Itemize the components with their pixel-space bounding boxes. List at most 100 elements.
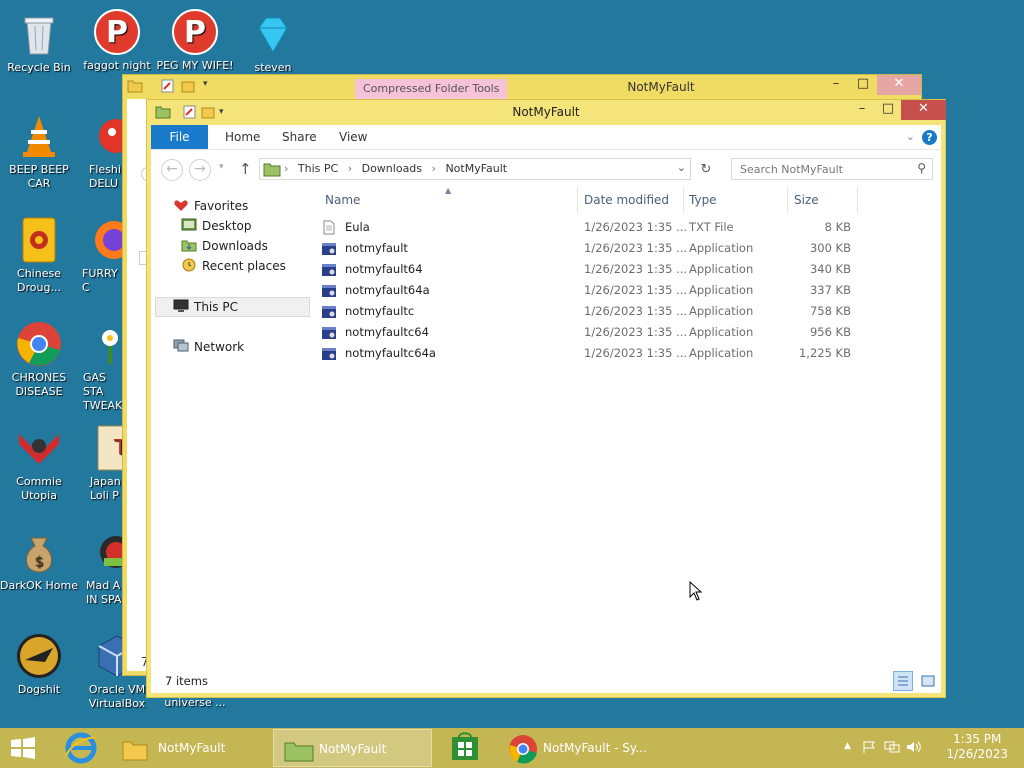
file-date: 1/26/2023 1:35 ... <box>584 241 688 255</box>
table-row[interactable]: notmyfaultc64a 1/26/2023 1:35 ... Applic… <box>315 343 941 364</box>
downloads-icon <box>181 238 197 252</box>
folder-icon <box>122 738 148 761</box>
desktop-icon-steven[interactable]: steven <box>234 10 312 75</box>
desktop-icon-furry[interactable]: FURRY C <box>80 216 122 295</box>
store-icon[interactable] <box>450 732 480 762</box>
table-row[interactable]: Eula 1/26/2023 1:35 ... TXT File 8 KB <box>315 217 941 238</box>
ribbon-tabs: File Home Share View ⌄ ? <box>151 125 941 149</box>
compressed-folder-tools-tab[interactable]: Compressed Folder Tools <box>355 79 508 99</box>
table-row[interactable]: notmyfaultc64 1/26/2023 1:35 ... Applica… <box>315 322 941 343</box>
recent-locations-icon[interactable]: ▾ <box>219 162 224 172</box>
table-row[interactable]: notmyfault 1/26/2023 1:35 ... Applicatio… <box>315 238 941 259</box>
customize-toolbar-icon[interactable]: ▾ <box>203 79 208 89</box>
navigation-pane: Favorites Desktop Downloads Recent place… <box>151 187 315 669</box>
desktop-icon-commie-utopia[interactable]: Commie Utopia <box>0 424 78 503</box>
minimize-icon[interactable]: – <box>849 100 875 120</box>
desktop-icon-chinese[interactable]: Chinese Droug... <box>0 216 78 295</box>
minimize-icon[interactable]: – <box>823 75 849 95</box>
back-button[interactable]: ← <box>161 159 183 181</box>
desktop-icon-app[interactable]: P PEG MY WIFE! <box>156 8 234 73</box>
flag-icon[interactable] <box>862 740 876 754</box>
file-type: Application <box>689 262 754 276</box>
taskbar-item-notmyfault[interactable]: NotMyFault <box>112 729 272 767</box>
desktop-icon-darkok-home[interactable]: $ DarkOK Home <box>0 528 78 593</box>
clock[interactable]: 1:35 PM 1/26/2023 <box>946 732 1008 762</box>
search-icon[interactable]: ⚲ <box>917 161 926 175</box>
refresh-icon[interactable]: ↻ <box>695 159 717 181</box>
file-name: notmyfault <box>345 241 408 255</box>
nav-downloads[interactable]: Downloads <box>181 237 268 255</box>
desktop-icon-recycle-bin[interactable]: Recycle Bin <box>0 10 78 75</box>
column-header-name[interactable]: Name <box>325 187 360 213</box>
forward-button[interactable]: → <box>189 159 211 181</box>
address-dropdown-icon[interactable]: ⌄ <box>677 161 686 174</box>
address-bar[interactable]: › This PC › Downloads › NotMyFault ⌄ <box>259 158 691 180</box>
taskbar-item-chrome[interactable]: NotMyFault - Sy... <box>498 729 658 767</box>
breadcrumb-notmyfault[interactable]: NotMyFault <box>445 162 507 175</box>
close-icon[interactable]: ✕ <box>877 75 921 95</box>
nav-desktop[interactable]: Desktop <box>181 217 252 235</box>
table-row[interactable]: notmyfaultc 1/26/2023 1:35 ... Applicati… <box>315 301 941 322</box>
money-bag-icon: $ <box>15 528 63 576</box>
tab-share[interactable]: Share <box>268 125 331 149</box>
recycle-bin-icon <box>15 10 63 58</box>
breadcrumb-downloads[interactable]: Downloads <box>362 162 422 175</box>
help-icon[interactable]: ? <box>922 130 937 145</box>
flower-icon <box>92 320 122 368</box>
desktop-icon-universe[interactable]: universe ... <box>156 696 234 710</box>
tab-file[interactable]: File <box>151 125 208 149</box>
clock-time: 1:35 PM <box>953 732 1002 746</box>
desktop-icon-label: PEG MY WIFE! <box>156 59 234 72</box>
large-icons-view-icon[interactable] <box>919 672 937 690</box>
desktop-icon-label: Japan Loli P <box>90 475 121 502</box>
desktop-icon-dogshit[interactable]: Dogshit <box>0 632 78 697</box>
desktop-icon-mad-angry[interactable]: Mad A IN SPA <box>80 528 122 607</box>
windows-start-icon[interactable] <box>8 736 38 760</box>
svg-text:P: P <box>106 15 128 50</box>
up-button[interactable]: ↑ <box>239 160 252 178</box>
nav-this-pc[interactable]: This PC <box>173 298 238 316</box>
title-bar[interactable]: ▾ Compressed Folder Tools NotMyFault – □… <box>123 75 921 99</box>
show-hidden-icons-icon[interactable]: ▲ <box>844 741 851 751</box>
network-icon[interactable] <box>884 740 900 754</box>
details-view-icon[interactable] <box>893 671 913 691</box>
file-type: Application <box>689 346 754 360</box>
properties-icon[interactable] <box>161 79 175 93</box>
internet-explorer-icon[interactable] <box>62 730 100 766</box>
desktop-icon-fleshi[interactable]: Fleshi DELU <box>80 112 122 191</box>
search-input[interactable]: Search NotMyFault ⚲ <box>731 158 933 180</box>
column-header-size[interactable]: Size <box>794 187 819 213</box>
desktop-icon-label: faggot night <box>83 59 151 72</box>
column-header-type[interactable]: Type <box>689 187 717 213</box>
breadcrumb-this-pc[interactable]: This PC <box>298 162 338 175</box>
desktop-icon-gas-station[interactable]: GAS STA TWEAK <box>80 320 122 413</box>
tab-home[interactable]: Home <box>211 125 274 149</box>
maximize-icon[interactable]: □ <box>850 75 876 95</box>
volume-icon[interactable] <box>906 740 922 754</box>
explorer-window[interactable]: ▾ NotMyFault – □ ✕ File Home Share View … <box>146 99 946 698</box>
desktop-icon-label: Chinese Droug... <box>17 267 61 294</box>
desktop-icon-chrones[interactable]: CHRONES DISEASE <box>0 320 78 399</box>
taskbar-item-notmyfault-active[interactable]: NotMyFault <box>273 729 432 767</box>
file-size: 300 KB <box>809 241 851 255</box>
table-row[interactable]: notmyfault64 1/26/2023 1:35 ... Applicat… <box>315 259 941 280</box>
title-bar[interactable]: ▾ NotMyFault – □ ✕ <box>147 100 946 125</box>
expand-ribbon-icon[interactable]: ⌄ <box>906 130 915 143</box>
desktop-icon-japan[interactable]: T Japan Loli P <box>80 424 122 503</box>
close-icon[interactable]: ✕ <box>901 100 946 120</box>
window-title: NotMyFault <box>512 105 580 119</box>
desktop-icon-app[interactable]: P faggot night <box>78 8 156 73</box>
desktop-icon-beep-beep-car[interactable]: BEEP BEEP CAR <box>0 112 78 191</box>
column-header-date[interactable]: Date modified <box>584 187 669 213</box>
tab-view[interactable]: View <box>325 125 381 149</box>
clock-date: 1/26/2023 <box>946 747 1008 761</box>
mahjong-tile-icon <box>15 216 63 264</box>
nav-favorites[interactable]: Favorites <box>173 197 248 215</box>
nav-recent-places[interactable]: Recent places <box>181 257 286 275</box>
window-title: NotMyFault <box>627 80 695 94</box>
new-folder-icon[interactable] <box>181 79 195 93</box>
nav-network[interactable]: Network <box>173 338 244 356</box>
file-name: notmyfaultc64 <box>345 325 429 339</box>
maximize-icon[interactable]: □ <box>875 100 901 120</box>
table-row[interactable]: notmyfault64a 1/26/2023 1:35 ... Applica… <box>315 280 941 301</box>
